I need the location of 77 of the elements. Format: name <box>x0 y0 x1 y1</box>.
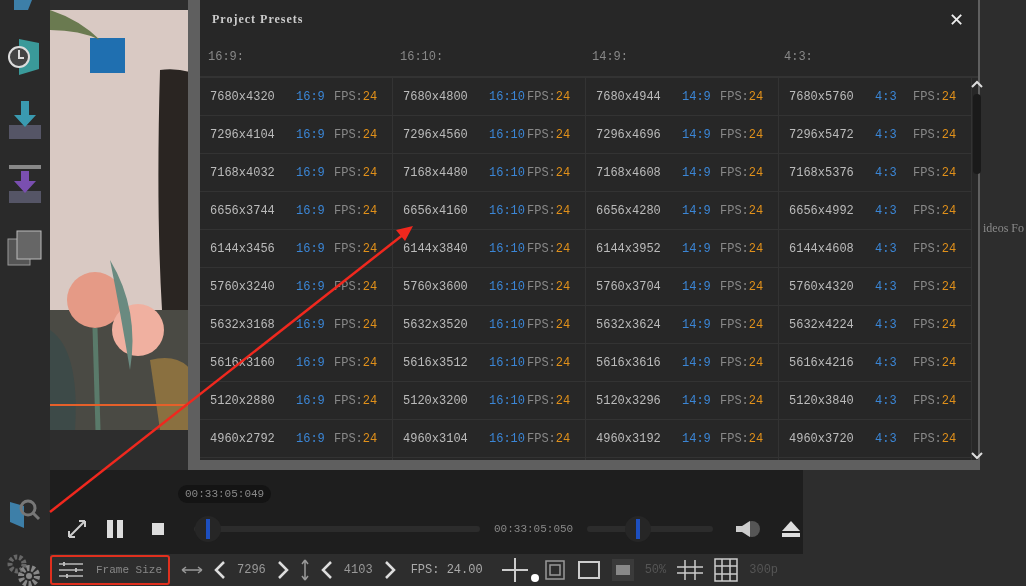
height-value[interactable]: 4103 <box>343 563 373 577</box>
timecode: 00:33:05:050 <box>494 523 574 535</box>
chevron-right-icon[interactable] <box>276 561 289 579</box>
frame-size-button[interactable]: Frame Size <box>50 555 170 585</box>
settings-icon[interactable] <box>7 552 43 586</box>
preset-item[interactable]: 7296x4104 16:9 FPS:24 <box>200 116 392 154</box>
preset-item[interactable]: 7168x5376 4:3 FPS:24 <box>779 154 971 192</box>
preset-item[interactable]: 5632x3168 16:9 FPS:24 <box>200 306 392 344</box>
chevron-right-icon[interactable] <box>383 561 396 579</box>
close-button[interactable]: ✕ <box>948 8 964 30</box>
preset-item[interactable]: 7680x4944 14:9 FPS:24 <box>586 78 778 116</box>
dialog-title: Project Presets <box>212 11 304 27</box>
preset-item[interactable]: 7296x4560 16:10 FPS:24 <box>393 116 585 154</box>
column-header: 4:3: <box>783 50 814 64</box>
preset-item[interactable]: 6144x3456 16:9 FPS:24 <box>200 230 392 268</box>
width-icon <box>181 565 203 575</box>
frame-icon[interactable] <box>576 560 601 580</box>
preset-item[interactable]: 5120x2880 16:9 FPS:24 <box>200 382 392 420</box>
preset-item[interactable]: 6656x4992 4:3 FPS:24 <box>779 192 971 230</box>
preset-item[interactable]: 7680x4800 16:10 FPS:24 <box>393 78 585 116</box>
windows-icon[interactable] <box>7 227 43 269</box>
timecode-tooltip: 00:33:05:049 <box>178 485 272 503</box>
preset-item[interactable]: 7168x4608 14:9 FPS:24 <box>586 154 778 192</box>
chevron-left-icon[interactable] <box>320 561 333 579</box>
download-icon[interactable] <box>7 99 43 141</box>
preset-item[interactable]: 5632x4224 4:3 FPS:24 <box>779 306 971 344</box>
preset-item[interactable]: 7680x5760 4:3 FPS:24 <box>779 78 971 116</box>
width-value[interactable]: 7296 <box>237 563 266 577</box>
background-text: ideos Fo <box>983 221 1024 236</box>
scroll-down-icon[interactable] <box>971 452 983 460</box>
square-icon[interactable] <box>611 559 634 581</box>
preset-item[interactable]: 7168x4032 16:9 FPS:24 <box>200 154 392 192</box>
preset-item[interactable]: 5120x3296 14:9 FPS:24 <box>586 382 778 420</box>
eject-icon[interactable] <box>781 520 802 538</box>
preset-item[interactable]: 5760x4320 4:3 FPS:24 <box>779 268 971 306</box>
preset-item[interactable]: 5616x3512 16:10 FPS:24 <box>393 344 585 382</box>
preset-item[interactable]: 6656x3744 16:9 FPS:24 <box>200 192 392 230</box>
preset-item[interactable]: 7296x5472 4:3 FPS:24 <box>779 116 971 154</box>
speaker-icon[interactable] <box>735 520 762 538</box>
column-header: 16:9: <box>207 50 245 64</box>
preset-item[interactable]: 5632x3624 14:9 FPS:24 <box>586 306 778 344</box>
preset-item[interactable]: 5616x4216 4:3 FPS:24 <box>779 344 971 382</box>
preset-item[interactable]: 6656x4280 14:9 FPS:24 <box>586 192 778 230</box>
preset-item[interactable]: 6144x4608 4:3 FPS:24 <box>779 230 971 268</box>
import-icon[interactable] <box>7 163 43 205</box>
scrollbar-thumb[interactable] <box>973 94 981 174</box>
pause-icon[interactable] <box>106 519 124 539</box>
cursor-dot-icon <box>530 574 539 582</box>
column-header: 14:9: <box>591 50 629 64</box>
safe-frame-icon[interactable] <box>543 559 566 581</box>
preset-item[interactable]: 4960x3104 16:10 FPS:24 <box>393 420 585 458</box>
preset-item[interactable]: 6144x3952 14:9 FPS:24 <box>586 230 778 268</box>
volume-thumb[interactable] <box>624 516 651 542</box>
chevron-left-icon[interactable] <box>214 561 226 579</box>
column-header: 16:10: <box>399 50 445 64</box>
sliders-icon <box>58 561 84 579</box>
preset-item[interactable]: 5120x3200 16:10 FPS:24 <box>393 382 585 420</box>
preset-item[interactable]: 4960x2792 16:9 FPS:24 <box>200 420 392 458</box>
preset-item[interactable]: 5760x3704 14:9 FPS:24 <box>586 268 778 306</box>
preset-item[interactable]: 4960x3192 14:9 FPS:24 <box>586 420 778 458</box>
preset-item[interactable]: 5632x3520 16:10 FPS:24 <box>393 306 585 344</box>
hash-grid-icon[interactable] <box>677 560 704 580</box>
preset-item[interactable]: 5760x3600 16:10 FPS:24 <box>393 268 585 306</box>
preset-item[interactable]: 5120x3840 4:3 FPS:24 <box>779 382 971 420</box>
scrollbar[interactable] <box>972 78 982 460</box>
grid-icon[interactable] <box>714 558 739 582</box>
preset-item[interactable]: 7168x4480 16:10 FPS:24 <box>393 154 585 192</box>
preset-item[interactable]: 5616x3616 14:9 FPS:24 <box>586 344 778 382</box>
preset-item[interactable]: 7296x4696 14:9 FPS:24 <box>586 116 778 154</box>
height-icon <box>299 559 310 581</box>
preset-item[interactable]: 7680x4320 16:9 FPS:24 <box>200 78 392 116</box>
fps-value: FPS: 24.00 <box>410 563 483 577</box>
scroll-up-icon[interactable] <box>971 80 983 88</box>
preset-item[interactable]: 4960x3720 4:3 FPS:24 <box>779 420 971 458</box>
seek-thumb[interactable] <box>195 516 222 542</box>
crosshair-icon[interactable] <box>501 558 528 582</box>
expand-icon[interactable] <box>66 518 88 540</box>
